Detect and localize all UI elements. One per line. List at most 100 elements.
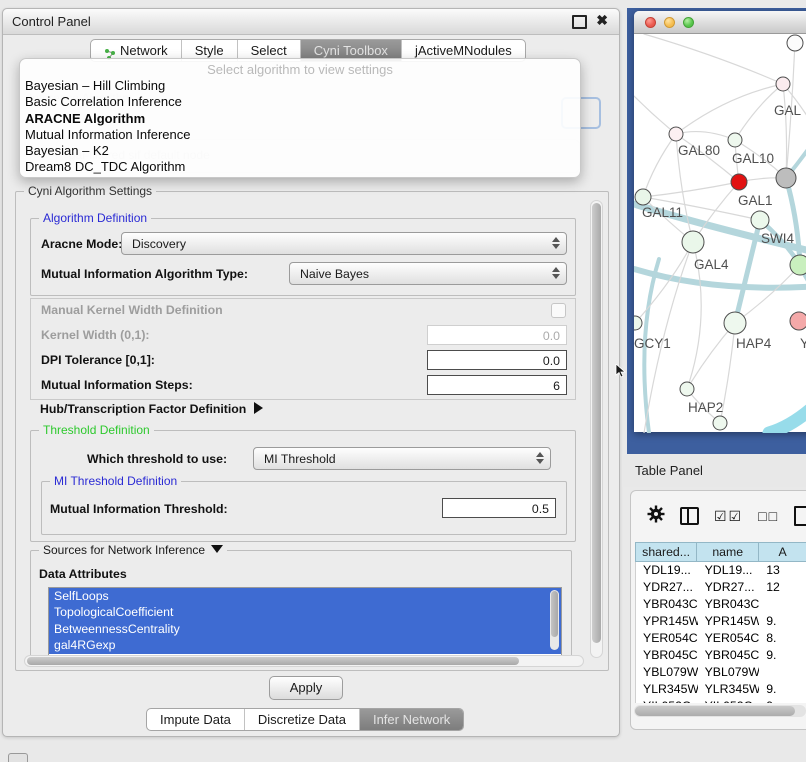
algorithm-option-current[interactable]: ARACNE Algorithm [20,111,580,127]
algorithm-option[interactable]: Mutual Information Inference [20,127,580,143]
tab-discretize-data-label: Discretize Data [258,709,346,730]
network-node[interactable] [776,168,796,188]
table-column-header[interactable]: shared... [635,542,697,562]
close-traffic-light-icon[interactable] [645,17,656,28]
table-cell: 9. [759,681,806,698]
settings-vertical-scrollbar[interactable] [590,200,603,658]
which-threshold-combo[interactable]: MI Threshold [253,447,551,470]
hub-definition-expander[interactable]: Hub/Transcription Factor Definition [40,402,263,416]
table-horizontal-scrollbar[interactable] [634,705,806,717]
list-scrollbar-thumb[interactable] [551,591,558,637]
manual-kernel-checkbox[interactable] [551,303,566,318]
network-node[interactable] [669,127,683,141]
network-edge[interactable] [643,134,676,197]
network-node[interactable] [680,382,694,396]
network-node[interactable] [728,133,742,147]
apply-button[interactable]: Apply [269,676,343,700]
network-node[interactable] [751,211,769,229]
list-scrollbar[interactable] [550,590,559,650]
network-edge[interactable] [676,132,735,140]
mi-threshold-field[interactable]: 0.5 [442,498,556,518]
network-node[interactable] [787,35,803,51]
algorithm-definition-title: Algorithm Definition [39,211,151,225]
mi-steps-label: Mutual Information Steps: [41,378,193,392]
table-row[interactable]: YBL079WYBL079W [636,664,806,681]
kernel-width-label: Kernel Width (0,1): [41,328,150,342]
mi-type-value: Naive Bayes [300,267,369,281]
network-node[interactable] [634,316,642,330]
network-node[interactable] [635,189,651,205]
table-row[interactable]: YDR27...YDR27...12 [636,579,806,596]
minimized-panel-button[interactable] [8,753,28,762]
network-node-label: Y [800,336,806,351]
table-column-header[interactable]: A [759,542,806,562]
network-node[interactable] [724,312,746,334]
zoom-traffic-light-icon[interactable] [683,17,694,28]
tab-impute-data[interactable]: Impute Data [147,709,244,730]
network-window-titlebar[interactable] [634,11,806,34]
settings-hscroll-thumb[interactable] [27,657,519,665]
control-panel-title: Control Panel [12,14,91,29]
table-row[interactable]: YER054CYER054C8. [636,630,806,647]
network-edge[interactable] [634,96,676,134]
sources-group-title[interactable]: Sources for Network Inference [39,543,227,557]
minimize-traffic-light-icon[interactable] [664,17,675,28]
select-all-checkboxes-icon[interactable]: ☑☑ [714,508,743,525]
table-row[interactable]: YBR045CYBR045C9. [636,647,806,664]
network-edge[interactable] [783,84,787,178]
network-node[interactable] [790,255,806,275]
combo-arrows-icon [552,267,560,279]
list-item[interactable]: SelfLoops [49,588,561,604]
algorithm-option[interactable]: Bayesian – K2 [20,143,580,159]
close-icon[interactable]: ✖ [596,12,608,29]
network-canvas[interactable]: GALGAL80GAL10GAL1GAL11SWI4GAL4GCY1HAP4YH… [634,34,806,433]
network-window[interactable]: GALGAL80GAL10GAL1GAL11SWI4GAL4GCY1HAP4YH… [634,11,806,432]
new-table-icon[interactable] [794,506,806,526]
table-row[interactable]: YPR145WYPR145W9. [636,613,806,630]
kernel-width-field[interactable]: 0.0 [427,325,567,345]
table-row[interactable]: YIL052CYIL052C9 [636,698,806,703]
network-node[interactable] [790,312,806,330]
mi-type-combo[interactable]: Naive Bayes [289,262,567,285]
gear-icon[interactable] [647,505,665,528]
algorithm-option[interactable]: Dream8 DC_TDC Algorithm [20,159,580,175]
aracne-mode-label: Aracne Mode: [41,237,122,251]
table-row[interactable]: YDL19...YDL19...13 [636,562,806,579]
table-cell: YDR27... [698,579,760,596]
network-edge[interactable] [769,374,806,433]
network-edge[interactable] [643,182,739,197]
mouse-cursor [615,364,627,383]
deselect-all-checkboxes-icon[interactable]: □□ [758,508,779,524]
sources-group: Sources for Network Inference Data Attri… [30,550,572,662]
table-row[interactable]: YBR043CYBR043C [636,596,806,613]
settings-vscroll-thumb[interactable] [592,203,601,643]
table-hscroll-thumb[interactable] [635,706,795,716]
table-row[interactable]: YLR345WYLR345W9. [636,681,806,698]
network-node[interactable] [682,231,704,253]
algorithm-option[interactable]: Bayesian – Hill Climbing [20,78,580,94]
mi-threshold-definition-group: MI Threshold Definition Mutual Informati… [41,481,567,535]
data-attributes-list[interactable]: SelfLoops TopologicalCoefficient Between… [48,587,562,657]
aracne-mode-combo[interactable]: Discovery [121,232,567,255]
algorithm-option[interactable]: Basic Correlation Inference [20,94,580,110]
list-item[interactable]: BetweennessCentrality [49,621,561,637]
column-view-icon[interactable] [680,507,699,525]
settings-horizontal-scrollbar[interactable] [24,655,584,667]
table-column-header[interactable]: name [697,542,759,562]
threshold-definition-group: Threshold Definition Which threshold to … [30,430,576,542]
mi-steps-field[interactable]: 6 [427,375,567,395]
tab-infer-network[interactable]: Infer Network [359,709,463,730]
network-edge[interactable] [676,84,783,134]
network-node[interactable] [713,416,727,430]
network-edge[interactable] [644,34,783,84]
network-node[interactable] [731,174,747,190]
dpi-tolerance-field[interactable]: 0.0 [427,350,567,370]
float-window-icon[interactable] [572,15,587,29]
network-node[interactable] [776,77,790,91]
control-panel-titlebar: Control Panel ✖ [3,9,619,35]
tab-discretize-data[interactable]: Discretize Data [244,709,359,730]
algorithm-definition-group: Algorithm Definition Aracne Mode: Discov… [30,218,576,296]
table-cell: YBR043C [698,596,760,613]
list-item[interactable]: TopologicalCoefficient [49,604,561,620]
list-item[interactable]: gal4RGexp [49,637,561,653]
